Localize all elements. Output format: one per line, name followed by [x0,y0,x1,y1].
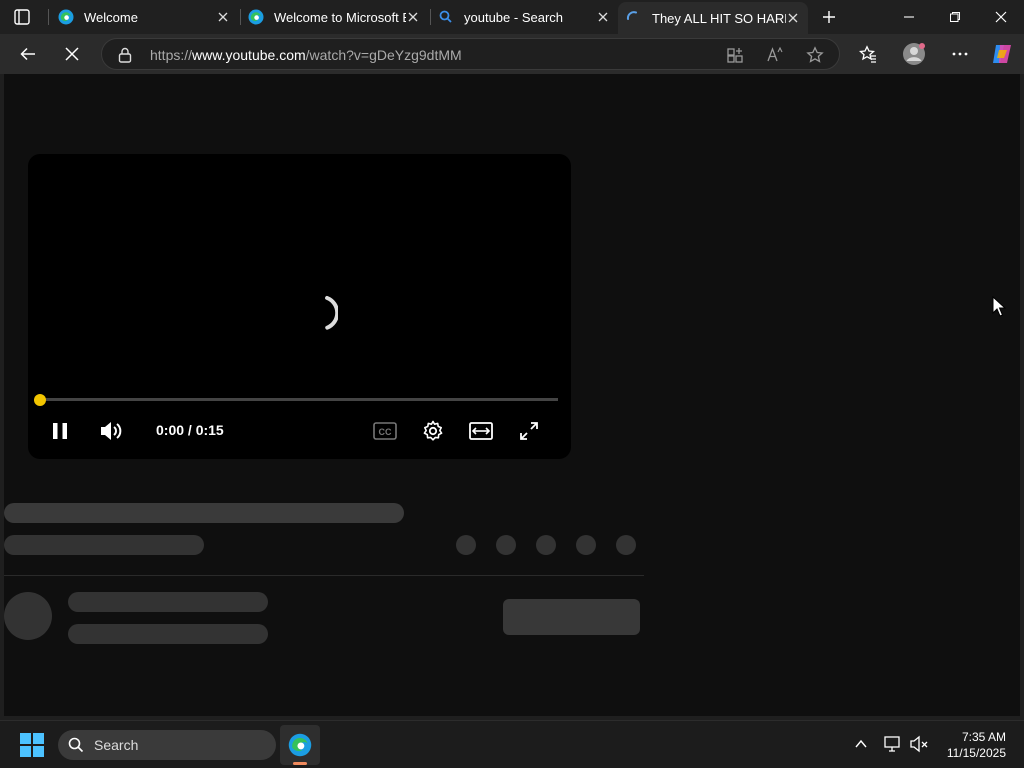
tab-youtube-search[interactable]: youtube - Search [430,2,618,32]
tab-title: Welcome to Microsoft E [274,9,406,25]
channel-subs-placeholder [68,624,268,644]
url-host: www.youtube.com [192,47,306,63]
progress-scrubber[interactable] [34,394,46,406]
loading-spinner-icon [298,294,340,339]
address-bar[interactable]: https://www.youtube.com/watch?v=gDeYzg9d… [101,38,840,70]
favorite-star-icon[interactable] [806,46,824,69]
action-placeholder [456,535,476,555]
time-display: 0:00 / 0:15 [156,422,224,438]
chevron-up-icon[interactable] [854,737,868,756]
captions-button[interactable]: CC [370,416,400,446]
channel-avatar-placeholder [4,592,52,640]
pause-button[interactable] [45,416,75,446]
theater-mode-button[interactable] [466,416,496,446]
read-aloud-icon[interactable] [766,46,784,69]
taskbar-search-label: Search [94,737,139,753]
restore-button[interactable] [932,0,978,34]
taskbar-edge-app[interactable] [280,725,320,765]
close-icon[interactable] [786,11,800,25]
stop-loading-button[interactable] [56,38,88,70]
tab-actions-icon[interactable] [12,8,32,26]
tab-strip: Welcome Welcome to Microsoft E youtube -… [0,0,1024,34]
svg-text:CC: CC [379,427,392,437]
channel-name-placeholder [68,592,268,612]
volume-muted-icon[interactable] [910,735,930,758]
display-icon[interactable] [884,735,902,758]
clock-date: 11/15/2025 [946,746,1006,760]
search-icon [438,9,454,25]
page-content: 0:00 / 0:15 CC [4,74,1020,716]
taskbar-search[interactable]: Search [58,730,276,760]
fullscreen-button[interactable] [514,416,544,446]
clock-time: 7:35 AM [961,730,1006,744]
profile-avatar[interactable] [898,38,930,70]
taskbar: Search 7:35 AM 11/15/2025 [0,720,1024,768]
browser-toolbar: https://www.youtube.com/watch?v=gDeYzg9d… [0,34,1024,74]
tab-welcome[interactable]: Welcome [50,2,238,32]
url-path: /watch?v=gDeYzg9dtMM [305,47,462,63]
close-icon[interactable] [596,10,610,24]
copilot-icon[interactable] [986,38,1018,70]
mouse-cursor-icon [992,295,1007,323]
edge-icon [58,9,74,25]
url-text[interactable]: https://www.youtube.com/watch?v=gDeYzg9d… [150,47,462,63]
loading-spinner-icon [626,10,642,26]
tab-title: Welcome [84,9,138,25]
new-tab-button[interactable] [810,0,848,34]
lock-icon[interactable] [118,47,132,68]
volume-button[interactable] [97,416,127,446]
meta-placeholder [4,535,204,555]
tab-video-active[interactable]: They ALL HIT SO HARD! [618,2,808,34]
favorites-button[interactable] [852,38,884,70]
edge-icon [248,9,264,25]
close-icon[interactable] [406,10,420,24]
divider [4,575,644,576]
tab-welcome-edge[interactable]: Welcome to Microsoft E [240,2,428,32]
action-placeholder [496,535,516,555]
more-options-button[interactable] [944,38,976,70]
close-icon[interactable] [216,10,230,24]
back-button[interactable] [12,38,44,70]
settings-gear-icon[interactable] [418,416,448,446]
progress-bar[interactable] [40,398,558,401]
app-available-icon[interactable] [726,46,744,69]
url-prefix: https:// [150,47,193,63]
subscribe-placeholder [503,599,640,635]
action-placeholder [616,535,636,555]
title-placeholder [4,503,404,523]
action-placeholder [576,535,596,555]
close-window-button[interactable] [978,0,1024,34]
search-icon [68,737,84,758]
video-player[interactable]: 0:00 / 0:15 CC [28,154,571,459]
windows-start-icon[interactable] [20,733,44,762]
edge-icon [288,733,312,762]
tab-title: youtube - Search [464,9,564,25]
active-indicator [293,762,307,765]
system-clock[interactable]: 7:35 AM 11/15/2025 [947,729,1006,761]
minimize-button[interactable] [886,0,932,34]
action-placeholder [536,535,556,555]
tab-title: They ALL HIT SO HARD! [652,10,786,26]
